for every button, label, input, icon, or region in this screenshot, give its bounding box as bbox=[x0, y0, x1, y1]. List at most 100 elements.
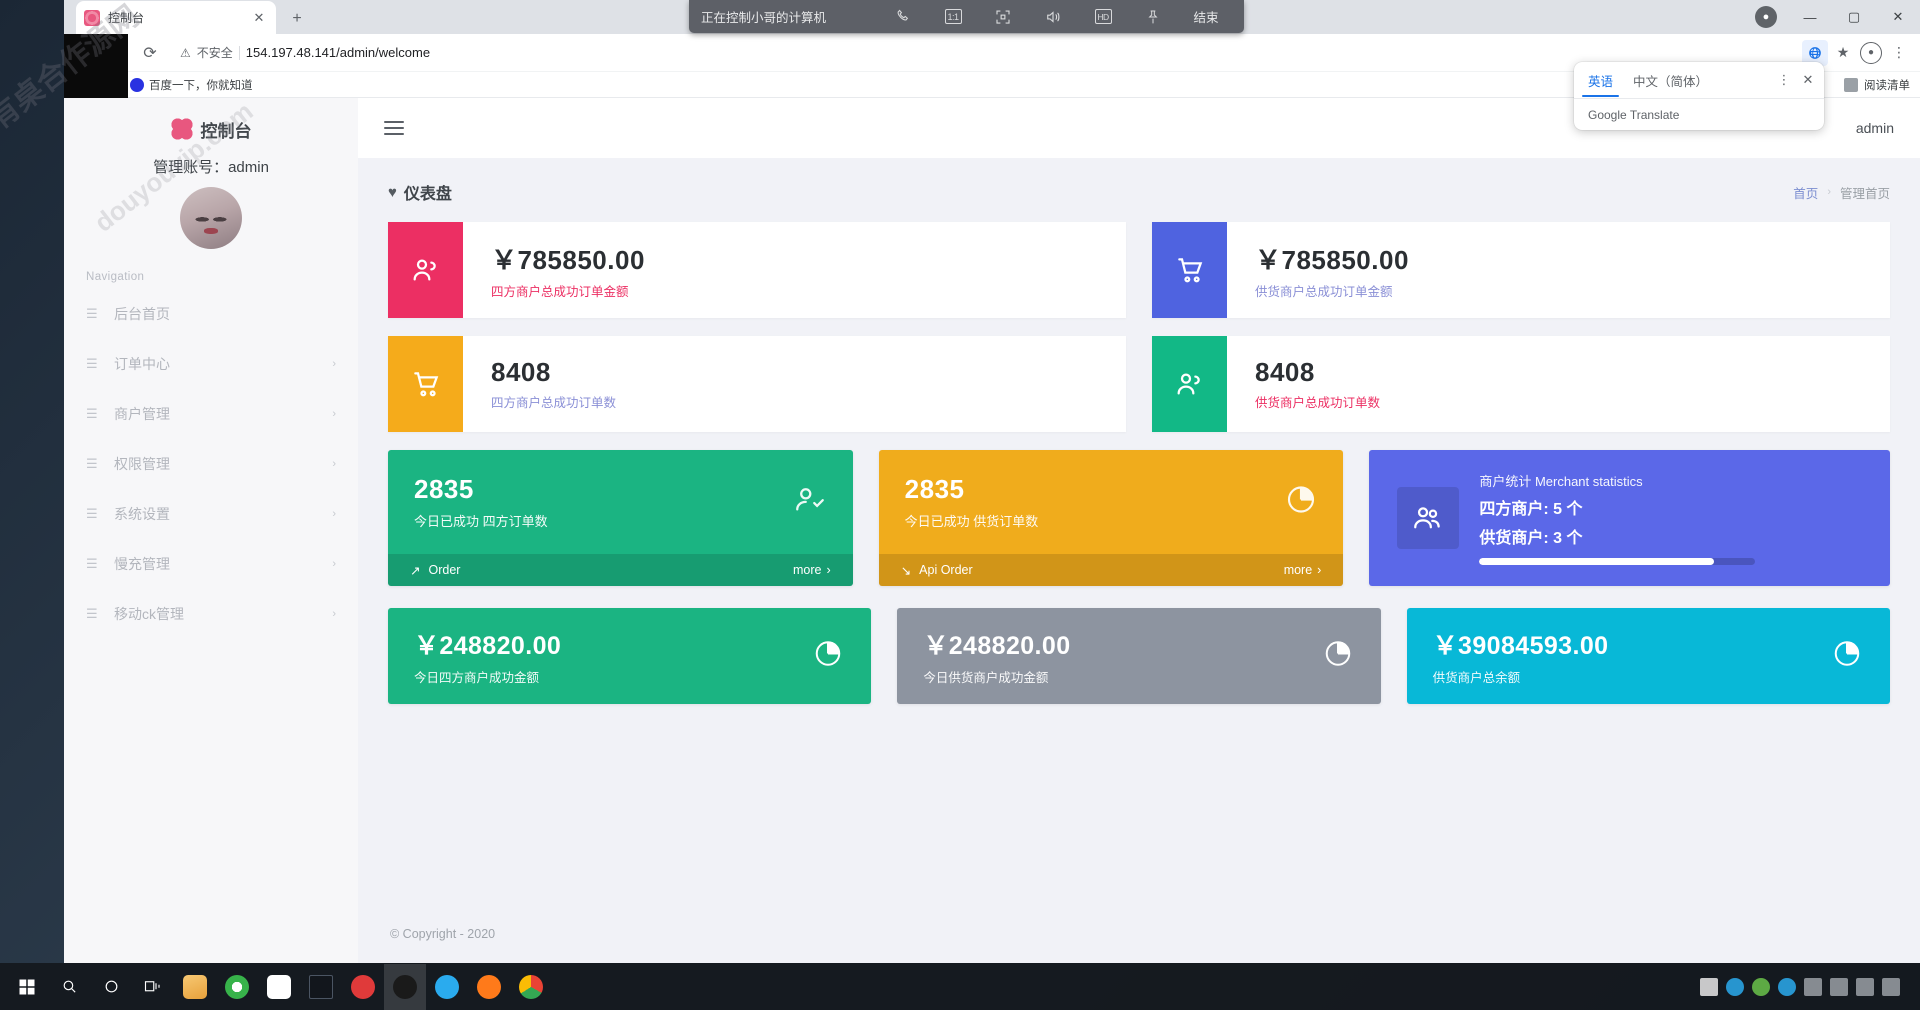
merchant-statistics-card[interactable]: 商户统计 Merchant statistics 四方商户: 5 个 供货商户:… bbox=[1369, 450, 1890, 586]
tray-volume-icon[interactable] bbox=[1856, 978, 1874, 996]
tile-more-link[interactable]: more › bbox=[793, 563, 831, 577]
close-icon[interactable]: ✕ bbox=[250, 9, 268, 27]
browser-tab[interactable]: 控制台 ✕ bbox=[76, 1, 276, 34]
stat-card[interactable]: ￥785850.00 四方商户总成功订单金额 bbox=[388, 222, 1126, 318]
minimize-button[interactable]: — bbox=[1788, 0, 1832, 34]
bookmark-star-icon[interactable]: ★ bbox=[1830, 40, 1856, 66]
phone-icon[interactable] bbox=[880, 0, 926, 33]
fullscreen-icon[interactable] bbox=[980, 0, 1026, 33]
people-icon bbox=[1397, 487, 1459, 549]
topbar-user[interactable]: admin bbox=[1856, 120, 1894, 136]
stat-card[interactable]: 8408 供货商户总成功订单数 bbox=[1152, 336, 1890, 432]
tray-clock-icon[interactable] bbox=[1882, 978, 1900, 996]
reading-list-button[interactable]: 阅读清单 bbox=[1844, 77, 1910, 93]
cortana-icon[interactable] bbox=[90, 964, 132, 1010]
not-secure-warning-icon: ⚠ bbox=[180, 46, 191, 60]
hd-quality-icon[interactable]: HD bbox=[1080, 0, 1126, 33]
money-tile-today-sifang[interactable]: ￥248820.00 今日四方商户成功金额 bbox=[388, 608, 871, 704]
stat-label: 四方商户总成功订单金额 bbox=[491, 281, 1126, 300]
maximize-button[interactable]: ▢ bbox=[1832, 0, 1876, 34]
tray-network-icon[interactable] bbox=[1830, 978, 1848, 996]
tray-app-red-icon[interactable] bbox=[1726, 978, 1744, 996]
tab-chinese-simplified[interactable]: 中文（简体） bbox=[1623, 63, 1718, 97]
sidebar-item-dashboard[interactable]: ☰ 后台首页 bbox=[64, 289, 358, 339]
progress-bar bbox=[1479, 558, 1755, 565]
chevron-right-icon: › bbox=[332, 608, 336, 620]
breadcrumb-home[interactable]: 首页 bbox=[1793, 183, 1818, 202]
tray-telegram-icon[interactable] bbox=[1778, 978, 1796, 996]
tile-number: 2835 bbox=[905, 474, 1318, 505]
user-avatar[interactable] bbox=[180, 187, 242, 249]
tray-more-icon[interactable] bbox=[1804, 978, 1822, 996]
tray-blank-icon[interactable] bbox=[1700, 978, 1718, 996]
new-tab-button[interactable]: + bbox=[288, 10, 306, 28]
translate-provider-label: Google Translate bbox=[1574, 99, 1824, 131]
list-icon: ☰ bbox=[86, 606, 100, 622]
screen-root: 控制台 ✕ + ● — ▢ ✕ ← → ⟳ ⚠ 不安全 154.197.48. bbox=[0, 0, 1920, 1010]
close-window-button[interactable]: ✕ bbox=[1876, 0, 1920, 34]
tile-footer[interactable]: ↗ Order more › bbox=[388, 554, 853, 586]
money-value: ￥248820.00 bbox=[923, 626, 1070, 662]
flower-logo-icon bbox=[171, 118, 193, 140]
screen-record-indicator[interactable]: ● bbox=[1744, 0, 1788, 34]
terminal-icon[interactable] bbox=[300, 964, 342, 1010]
tile-footer[interactable]: ↘ Api Order more › bbox=[879, 554, 1344, 586]
chrome-icon[interactable] bbox=[510, 964, 552, 1010]
tile-number: 2835 bbox=[414, 474, 827, 505]
app-red-icon[interactable] bbox=[342, 964, 384, 1010]
windows-start-icon[interactable] bbox=[6, 964, 48, 1010]
menu-kebab-icon[interactable]: ⋮ bbox=[1772, 68, 1796, 92]
speaker-icon[interactable] bbox=[1030, 0, 1076, 33]
money-tile-today-supplier[interactable]: ￥248820.00 今日供货商户成功金额 bbox=[897, 608, 1380, 704]
cloud-app-icon[interactable] bbox=[258, 964, 300, 1010]
remote-control-bar: 正在控制小哥的计算机 1:1 HD 结束 bbox=[689, 0, 1244, 33]
translate-tabs: 英语 中文（简体） ⋮ ✕ bbox=[1574, 62, 1824, 98]
tile-today-api-order[interactable]: 2835 今日已成功 供货订单数 ↘ Api Order more bbox=[879, 450, 1344, 586]
bookmark-baidu[interactable]: 百度一下，你就知道 bbox=[130, 77, 253, 93]
sidebar-item-mobile-ck[interactable]: ☰ 移动ck管理 › bbox=[64, 589, 358, 639]
dashboard-main: ♥ 仪表盘 首页 › 管理首页 bbox=[358, 158, 1920, 905]
search-icon[interactable] bbox=[48, 964, 90, 1010]
more-label: more bbox=[793, 563, 821, 577]
sidebar-item-slow-charge[interactable]: ☰ 慢充管理 › bbox=[64, 539, 358, 589]
chevron-right-icon: › bbox=[827, 563, 831, 577]
sidebar-item-orders[interactable]: ☰ 订单中心 › bbox=[64, 339, 358, 389]
sidebar-item-permissions[interactable]: ☰ 权限管理 › bbox=[64, 439, 358, 489]
pie-chart-icon bbox=[1832, 639, 1862, 674]
telegram-icon[interactable] bbox=[426, 964, 468, 1010]
money-tile-supplier-balance[interactable]: ￥39084593.00 供货商户总余额 bbox=[1407, 608, 1890, 704]
profile-icon[interactable]: ● bbox=[1858, 40, 1884, 66]
tab-english[interactable]: 英语 bbox=[1578, 63, 1623, 97]
brand[interactable]: 控制台 bbox=[64, 108, 358, 150]
media-player-icon[interactable] bbox=[468, 964, 510, 1010]
stat-value: ￥785850.00 bbox=[1255, 240, 1890, 277]
omnibox-divider bbox=[239, 46, 240, 60]
tile-more-link[interactable]: more › bbox=[1284, 563, 1322, 577]
browser-green-icon[interactable] bbox=[216, 964, 258, 1010]
task-view-icon[interactable] bbox=[132, 964, 174, 1010]
qq-penguin-icon[interactable] bbox=[384, 964, 426, 1010]
bookmark-label: 百度一下，你就知道 bbox=[149, 77, 253, 93]
file-explorer-icon[interactable] bbox=[174, 964, 216, 1010]
pin-icon[interactable] bbox=[1130, 0, 1176, 33]
stat-card[interactable]: 8408 四方商户总成功订单数 bbox=[388, 336, 1126, 432]
list-icon: ☰ bbox=[86, 406, 100, 422]
stat-value: ￥785850.00 bbox=[491, 240, 1126, 277]
sidebar-item-merchants[interactable]: ☰ 商户管理 › bbox=[64, 389, 358, 439]
trend-up-icon: ↗ bbox=[410, 563, 420, 578]
scale-1to1-icon[interactable]: 1:1 bbox=[930, 0, 976, 33]
end-session-button[interactable]: 结束 bbox=[1180, 7, 1232, 26]
hamburger-icon[interactable] bbox=[384, 121, 404, 135]
address-bar[interactable]: ⚠ 不安全 154.197.48.141/admin/welcome bbox=[174, 40, 1792, 66]
cart-icon bbox=[388, 336, 463, 432]
stat-card[interactable]: ￥785850.00 供货商户总成功订单金额 bbox=[1152, 222, 1890, 318]
reload-icon[interactable]: ⟳ bbox=[136, 39, 164, 67]
merchant-row-label: 供货商户: bbox=[1479, 530, 1548, 547]
menu-kebab-icon[interactable]: ⋮ bbox=[1886, 40, 1912, 66]
record-icon: ● bbox=[1755, 6, 1777, 28]
sidebar-item-settings[interactable]: ☰ 系统设置 › bbox=[64, 489, 358, 539]
content-area: admin ♥ 仪表盘 首页 › 管理首页 bbox=[358, 98, 1920, 963]
tile-today-order[interactable]: 2835 今日已成功 四方订单数 ↗ Order more bbox=[388, 450, 853, 586]
tray-media-icon[interactable] bbox=[1752, 978, 1770, 996]
close-icon[interactable]: ✕ bbox=[1796, 68, 1820, 92]
